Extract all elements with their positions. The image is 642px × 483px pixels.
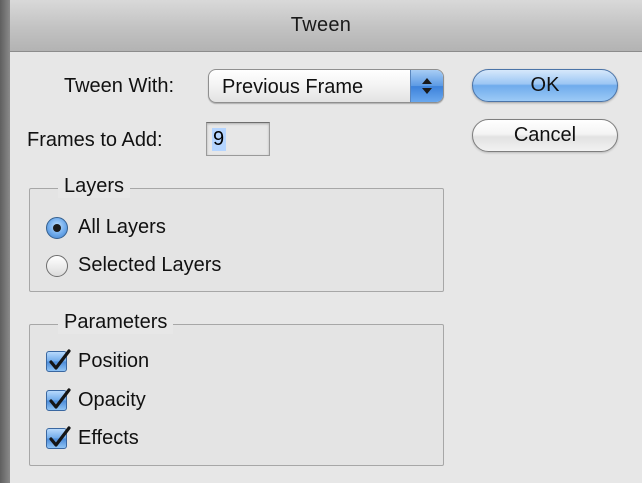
parameters-group: Parameters Position Opacity Effects	[29, 311, 444, 466]
layers-group-title: Layers	[58, 175, 131, 198]
frames-to-add-label: Frames to Add:	[27, 129, 163, 151]
radio-all-layers-label: All Layers	[78, 216, 166, 238]
frames-to-add-input[interactable]	[206, 122, 270, 156]
checkbox-opacity-label: Opacity	[78, 389, 146, 411]
checkmark-icon	[49, 388, 71, 409]
checkbox-checked[interactable]	[46, 349, 71, 372]
updown-arrows-icon	[410, 70, 443, 102]
tween-dialog: Tween Tween With: Previous Frame Frames …	[0, 0, 642, 483]
checkmark-icon	[49, 349, 71, 370]
window-edge	[0, 0, 10, 483]
checkbox-effects-label: Effects	[78, 427, 139, 449]
checkmark-icon	[49, 426, 71, 447]
tween-with-label: Tween With:	[64, 75, 175, 97]
tween-with-popup[interactable]: Previous Frame	[208, 69, 444, 103]
checkbox-checked[interactable]	[46, 426, 71, 449]
tween-with-value: Previous Frame	[222, 76, 364, 98]
window-title: Tween	[290, 14, 352, 36]
layers-group: Layers All Layers Selected Layers	[29, 175, 444, 292]
title-bar[interactable]: Tween	[0, 0, 642, 52]
checkbox-position-label: Position	[78, 350, 150, 372]
ok-button[interactable]: OK	[472, 69, 618, 102]
radio-button-unselected[interactable]	[46, 255, 68, 277]
dialog-content: Tween With: Previous Frame Frames to Add…	[0, 52, 642, 483]
parameters-group-title: Parameters	[58, 311, 174, 334]
radio-button-selected[interactable]	[46, 217, 68, 239]
radio-selected-layers-label: Selected Layers	[78, 254, 222, 276]
checkbox-checked[interactable]	[46, 388, 71, 411]
cancel-button[interactable]: Cancel	[472, 119, 618, 152]
